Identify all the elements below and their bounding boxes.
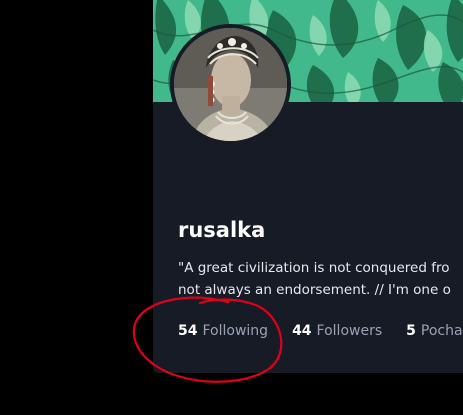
screenshot-stage: rusalka "A great civilization is not con… <box>0 0 463 415</box>
avatar[interactable] <box>170 24 291 145</box>
following-stat[interactable]: 54 Following <box>178 321 268 341</box>
third-stat-count: 5 <box>406 323 416 339</box>
profile-stats: 54 Following 44 Followers 5 Pocha <box>178 320 463 342</box>
avatar-image <box>174 28 287 141</box>
profile-bio: "A great civilization is not conquered f… <box>178 257 463 301</box>
following-label: Following <box>202 323 269 339</box>
followers-label: Followers <box>316 323 383 339</box>
third-stat-label: Pocha <box>420 323 463 339</box>
followers-count: 44 <box>292 323 312 339</box>
bio-line: "A great civilization is not conquered f… <box>178 260 450 276</box>
bio-line: not always an endorsement. // I'm one o <box>178 282 451 298</box>
following-count: 54 <box>178 323 198 339</box>
display-name: rusalka <box>178 218 266 242</box>
followers-stat[interactable]: 44 Followers <box>292 321 382 341</box>
profile-card: rusalka "A great civilization is not con… <box>153 0 463 373</box>
third-stat[interactable]: 5 Pocha <box>406 321 462 341</box>
